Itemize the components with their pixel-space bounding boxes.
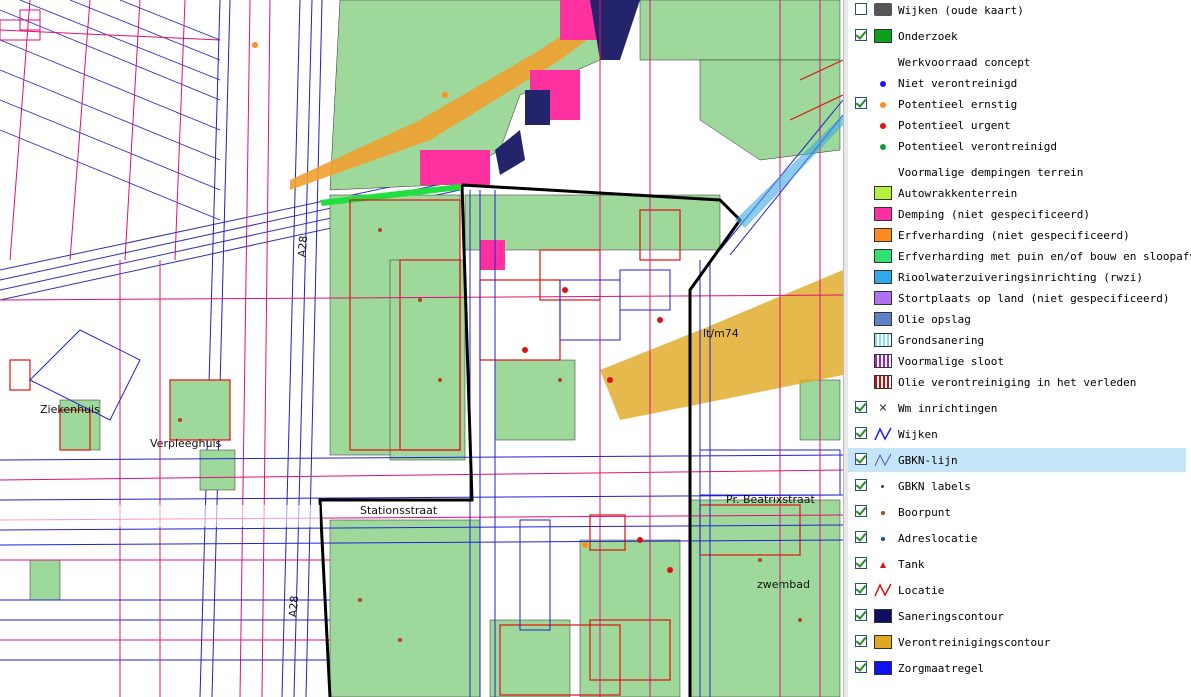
- legend-label: Zorgmaatregel: [898, 662, 985, 675]
- purple-hatch-swatch-icon: [874, 354, 892, 368]
- layer-checkbox[interactable]: [855, 609, 867, 621]
- layer-checkbox[interactable]: [855, 557, 867, 569]
- map-canvas[interactable]: A28 A28 Ziekenhuis Verpleeghuis Stations…: [0, 0, 843, 697]
- green2-swatch-icon: [874, 249, 892, 263]
- layer-checkbox[interactable]: [855, 3, 867, 15]
- legend-label: Potentieel ernstig: [898, 98, 1018, 111]
- legend-group-label: Voormalige dempingen terrein: [898, 166, 1084, 179]
- legend-label: Wijken (oude kaart): [898, 4, 1024, 17]
- legend-label: Erfverharding met puin en/of bouw en slo…: [898, 250, 1191, 263]
- legend-label: Potentieel verontreinigd: [898, 140, 1057, 153]
- legend-label: GBKN-lijn: [898, 454, 958, 467]
- legend-label: Erfverharding (niet gespecificeerd): [898, 229, 1130, 242]
- legend-label: Tank: [898, 558, 925, 571]
- map-label: A28: [295, 235, 311, 258]
- map-label: Stationsstraat: [360, 504, 438, 517]
- blue-dot-icon: [880, 81, 886, 87]
- cross-icon: ×: [878, 400, 888, 416]
- amber-swatch-icon: [874, 635, 892, 649]
- thin-blue-line-icon: [874, 453, 892, 467]
- legend-label: Wijken: [898, 428, 938, 441]
- map-label: Ziekenhuis: [40, 403, 100, 416]
- layer-checkbox[interactable]: [855, 479, 867, 491]
- legend-label: Olie verontreiniging in het verleden: [898, 376, 1137, 389]
- legend-label: Wm inrichtingen: [898, 402, 998, 415]
- legend-row-wijken-oude-kaart[interactable]: Wijken (oude kaart): [848, 0, 1191, 21]
- green-swatch-icon: [874, 29, 892, 43]
- layer-checkbox[interactable]: [855, 453, 867, 465]
- navy-swatch-icon: [874, 609, 892, 623]
- layer-checkbox[interactable]: [855, 531, 867, 543]
- lime-swatch-icon: [874, 186, 892, 200]
- layer-checkbox[interactable]: [855, 635, 867, 647]
- layer-checkbox[interactable]: [855, 505, 867, 517]
- legend-row-gbkn-lijn[interactable]: GBKN-lijn: [848, 448, 1186, 472]
- legend-label: Voormalige sloot: [898, 355, 1004, 368]
- map-label: Pr. Beatrixstraat: [726, 493, 815, 506]
- legend-label: Grondsanering: [898, 334, 985, 347]
- legend-label: Adreslocatie: [898, 532, 978, 545]
- layer-checkbox[interactable]: [855, 583, 867, 595]
- blue-swatch-icon: [874, 661, 892, 675]
- camera-icon: [874, 3, 892, 16]
- orange-swatch-icon: [874, 228, 892, 242]
- legend-label: GBKN labels: [898, 480, 971, 493]
- legend-label: Olie opslag: [898, 313, 971, 326]
- layer-checkbox[interactable]: [855, 427, 867, 439]
- map-label: Verpleeghuis: [150, 437, 222, 450]
- layer-legend: Wijken (oude kaart) Onderzoek Werkvoorra…: [848, 0, 1191, 697]
- layer-checkbox[interactable]: [855, 97, 867, 109]
- legend-label: Potentieel urgent: [898, 119, 1011, 132]
- cyan-hatch-swatch-icon: [874, 333, 892, 347]
- red-triangle-icon: [880, 562, 886, 568]
- orange-dot-icon: [880, 102, 886, 108]
- map-label: zwembad: [757, 578, 810, 591]
- map-label: A28: [286, 595, 302, 618]
- layer-checkbox[interactable]: [855, 29, 867, 41]
- red-hatch-swatch-icon: [874, 375, 892, 389]
- brown-dot-icon: [881, 511, 885, 515]
- legend-label: Demping (niet gespecificeerd): [898, 208, 1091, 221]
- layer-checkbox[interactable]: [855, 661, 867, 673]
- map-label: lt/m74: [703, 327, 739, 340]
- blue-line-icon: [874, 427, 892, 441]
- pink-swatch-icon: [874, 207, 892, 221]
- legend-label: Rioolwaterzuiveringsinrichting (rwzi): [898, 271, 1144, 284]
- layer-checkbox[interactable]: [855, 401, 867, 413]
- blue-small-dot-icon: [881, 537, 885, 541]
- legend-label: Locatie: [898, 584, 945, 597]
- red-dot-icon: [880, 123, 886, 129]
- tiny-dot-icon: [881, 485, 884, 488]
- green-dot-icon: [880, 144, 886, 150]
- steel-swatch-icon: [874, 312, 892, 326]
- violet-swatch-icon: [874, 291, 892, 305]
- legend-label: Onderzoek: [898, 30, 958, 43]
- legend-label: Boorpunt: [898, 506, 951, 519]
- legend-label: Verontreinigingscontour: [898, 636, 1051, 649]
- legend-label: Autowrakkenterrein: [898, 187, 1018, 200]
- legend-label: Niet verontreinigd: [898, 77, 1018, 90]
- legend-group-label: Werkvoorraad concept: [898, 56, 1031, 69]
- map-graphics: [0, 0, 843, 697]
- skyblue-swatch-icon: [874, 270, 892, 284]
- legend-label: Stortplaats op land (niet gespecificeerd…: [898, 292, 1170, 305]
- red-line-icon: [874, 583, 892, 597]
- legend-label: Saneringscontour: [898, 610, 1004, 623]
